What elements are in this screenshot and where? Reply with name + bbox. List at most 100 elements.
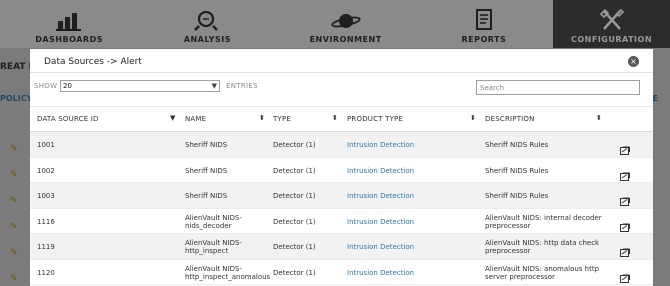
sort-desc-icon[interactable]: ▼: [170, 114, 175, 122]
cell-name: AlienVault NIDS-http_inspect: [185, 239, 275, 255]
column-header-description[interactable]: DESCRIPTION: [485, 115, 535, 123]
product-type-link[interactable]: Intrusion Detection: [347, 243, 414, 251]
magnifier-icon: [194, 10, 219, 31]
pencil-icon: ✎: [10, 144, 18, 154]
background-row: ✎: [0, 162, 30, 188]
edit-icon[interactable]: [620, 191, 630, 206]
cell-description: Sheriff NIDS Rules: [485, 167, 615, 175]
cell-name-line: AlienVault NIDS-: [185, 264, 242, 273]
table-row[interactable]: 1002 Sheriff NIDS Detector (1) Intrusion De…: [30, 157, 653, 183]
close-icon[interactable]: ×: [628, 56, 639, 67]
pencil-icon: ✎: [10, 248, 18, 258]
cell-data-source-id: 1120: [37, 268, 55, 277]
pencil-icon: ✎: [10, 222, 18, 232]
cell-description-line: Sheriff NIDS Rules: [485, 141, 549, 149]
cell-name-line: Sheriff NIDS: [185, 166, 228, 175]
table-row[interactable]: 1119 AlienVault NIDS-http_inspect Detector…: [30, 234, 653, 260]
pencil-icon: ✎: [10, 170, 18, 180]
cell-type: Detector (1): [273, 166, 316, 175]
nav-label: REPORTS: [461, 35, 507, 44]
product-type-link[interactable]: Intrusion Detection: [347, 218, 414, 226]
background-row: ✎: [0, 266, 30, 286]
nav-label: DASHBOARDS: [35, 35, 103, 44]
cell-data-source-id: 1003: [37, 192, 55, 200]
background-row-list: ✎ ✎ ✎ ✎ ✎ ✎: [0, 136, 30, 286]
cell-type: Detector (1): [273, 268, 316, 277]
dialog-divider: [30, 72, 653, 73]
column-header-data-source-id[interactable]: DATA SOURCE ID: [37, 115, 99, 123]
background-row: ✎: [0, 214, 30, 240]
cell-name: Sheriff NIDS: [185, 141, 275, 149]
column-header-name[interactable]: NAME: [185, 115, 206, 123]
table-header: DATA SOURCE ID ▼ NAME ⬍ TYPE ⬍ PRODUCT T…: [30, 106, 653, 132]
column-header-product-type[interactable]: PRODUCT TYPE: [347, 115, 403, 123]
column-header-type[interactable]: TYPE: [273, 115, 291, 123]
cell-type: Detector (1): [273, 141, 316, 149]
cell-name-line: AlienVault NIDS-: [185, 213, 242, 222]
sort-icon[interactable]: ⬍: [259, 114, 265, 122]
nav-configuration[interactable]: CONFIGURATION: [553, 0, 670, 48]
cell-name-line: AlienVault NIDS-: [185, 239, 242, 247]
table-row[interactable]: 1003 Sheriff NIDS Detector (1) Intrusion De…: [30, 183, 653, 209]
pencil-icon: ✎: [10, 274, 18, 284]
cell-name-line: Sheriff NIDS: [185, 192, 228, 200]
dialog-title: Data Sources -> Alert: [44, 57, 142, 67]
sort-icon[interactable]: ⬍: [470, 114, 476, 122]
product-type-link[interactable]: Intrusion Detection: [347, 141, 414, 149]
cell-description-line: AlienVault NIDS: internal decoder: [485, 213, 602, 222]
planet-icon: [331, 14, 361, 28]
chevron-down-icon: ▼: [211, 82, 217, 90]
cell-name: Sheriff NIDS: [185, 167, 275, 175]
table-row[interactable]: 1120 AlienVault NIDS-http_inspect_anomalo…: [30, 259, 653, 285]
edit-icon[interactable]: [620, 217, 630, 232]
product-type-link[interactable]: Intrusion Detection: [347, 167, 414, 175]
cell-name: AlienVault NIDS-http_inspect_anomalous: [185, 265, 275, 281]
nav-dashboards[interactable]: DASHBOARDS: [0, 0, 138, 48]
cell-description: Sheriff NIDS Rules: [485, 141, 615, 149]
cell-name-line: http_inspect_anomalous: [185, 272, 271, 281]
edit-icon[interactable]: [620, 166, 630, 181]
cell-data-source-id: 1116: [37, 217, 55, 226]
sort-icon[interactable]: ⬍: [332, 114, 338, 122]
cell-description: AlienVault NIDS: anomalous http server pr…: [485, 265, 615, 281]
cell-data-source-id: 1002: [37, 166, 55, 175]
top-navigation: DASHBOARDS ANALYSIS ENVIRONMENT REPORTS: [0, 0, 670, 48]
nav-environment[interactable]: ENVIRONMENT: [277, 0, 415, 48]
cell-data-source-id: 1119: [37, 243, 55, 251]
background-row: ✎: [0, 136, 30, 162]
edit-icon[interactable]: [620, 242, 630, 257]
cell-description-line: preprocessor: [485, 221, 531, 230]
cell-description-line: Sheriff NIDS Rules: [485, 166, 549, 175]
table-row[interactable]: 1001 Sheriff NIDS Detector (1) Intrusion De…: [30, 132, 653, 158]
table-body: 1001 Sheriff NIDS Detector (1) Intrusion De…: [30, 132, 653, 285]
cell-name: AlienVault NIDS-nids_decoder: [185, 214, 275, 230]
cell-name-line: http_inspect: [185, 247, 229, 255]
table-row[interactable]: 1116 AlienVault NIDS-nids_decoder Detector…: [30, 208, 653, 234]
data-sources-dialog: Data Sources -> Alert × SHOW 20 ▼ ENTRIE…: [30, 49, 653, 286]
nav-label: ENVIRONMENT: [309, 35, 382, 44]
cell-description-line: Sheriff NIDS Rules: [485, 192, 549, 200]
cell-description: AlienVault NIDS: internal decoder preproc…: [485, 214, 615, 230]
tools-icon: [599, 9, 624, 30]
edit-icon[interactable]: [620, 140, 630, 155]
edit-icon[interactable]: [620, 268, 630, 283]
cell-description-line: preprocessor: [485, 247, 531, 255]
nav-label: ANALYSIS: [183, 35, 231, 44]
cell-description: AlienVault NIDS: http data check preproce…: [485, 239, 615, 255]
sort-icon[interactable]: ⬍: [596, 114, 602, 122]
entries-per-page-value: 20: [63, 82, 72, 90]
cell-data-source-id: 1001: [37, 141, 55, 149]
cell-description-line: AlienVault NIDS: http data check: [485, 239, 600, 247]
nav-reports[interactable]: REPORTS: [415, 0, 553, 48]
cell-name: Sheriff NIDS: [185, 192, 275, 200]
cell-description: Sheriff NIDS Rules: [485, 192, 615, 200]
cell-name-line: nids_decoder: [185, 221, 232, 230]
document-icon: [475, 9, 492, 30]
show-label: SHOW: [34, 82, 58, 90]
search-input[interactable]: [476, 80, 640, 95]
entries-per-page-select[interactable]: 20 ▼: [60, 80, 220, 92]
nav-analysis[interactable]: ANALYSIS: [138, 0, 276, 48]
product-type-link[interactable]: Intrusion Detection: [347, 192, 414, 200]
pencil-icon: ✎: [10, 196, 18, 206]
product-type-link[interactable]: Intrusion Detection: [347, 269, 414, 277]
